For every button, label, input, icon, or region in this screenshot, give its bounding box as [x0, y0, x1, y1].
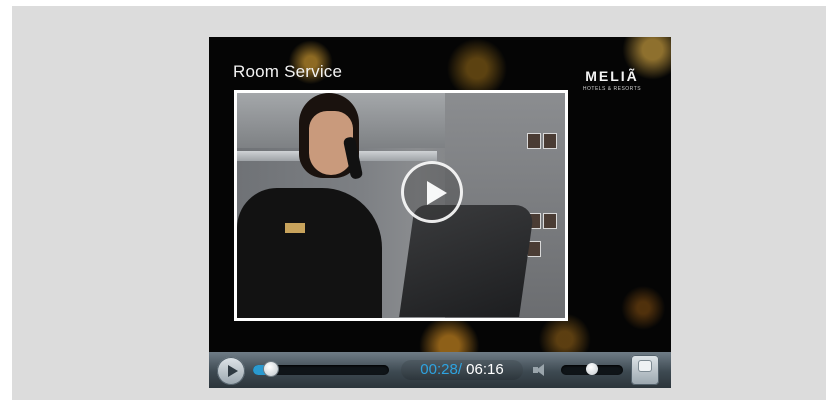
brand-name: MELIÃ: [585, 68, 639, 84]
seek-bar[interactable]: [253, 362, 389, 376]
video-frame[interactable]: [234, 90, 568, 321]
fullscreen-button[interactable]: [631, 355, 659, 385]
volume-slider[interactable]: [561, 363, 623, 375]
time-separator: /: [457, 361, 462, 378]
brand-logo: MELIÃ HOTELS & RESORTS: [577, 68, 647, 92]
video-scene-photo: [543, 133, 557, 149]
speaker-icon[interactable]: [533, 364, 547, 376]
page-frame: Room Service MELIÃ HOTELS & RESORTS 00:2…: [12, 6, 826, 400]
play-button[interactable]: [217, 357, 245, 385]
volume-handle[interactable]: [586, 363, 598, 375]
total-time: 06:16: [466, 361, 504, 378]
brand-tagline: HOTELS & RESORTS: [582, 86, 642, 92]
big-play-icon[interactable]: [401, 161, 463, 223]
video-scene-person-body: [237, 188, 382, 318]
video-scene-name-tag: [285, 223, 305, 233]
player-stage: Room Service MELIÃ HOTELS & RESORTS: [209, 37, 671, 352]
seek-handle[interactable]: [264, 362, 279, 376]
video-scene-photo: [527, 133, 541, 149]
current-time: 00:28: [420, 361, 458, 378]
video-player: Room Service MELIÃ HOTELS & RESORTS 00:2…: [209, 37, 671, 388]
video-title: Room Service: [233, 62, 343, 81]
control-bar: 00:28/ 06:16: [209, 352, 671, 388]
video-scene-machine: [399, 205, 535, 317]
video-scene-photo: [543, 213, 557, 229]
time-display: 00:28/ 06:16: [401, 360, 523, 380]
